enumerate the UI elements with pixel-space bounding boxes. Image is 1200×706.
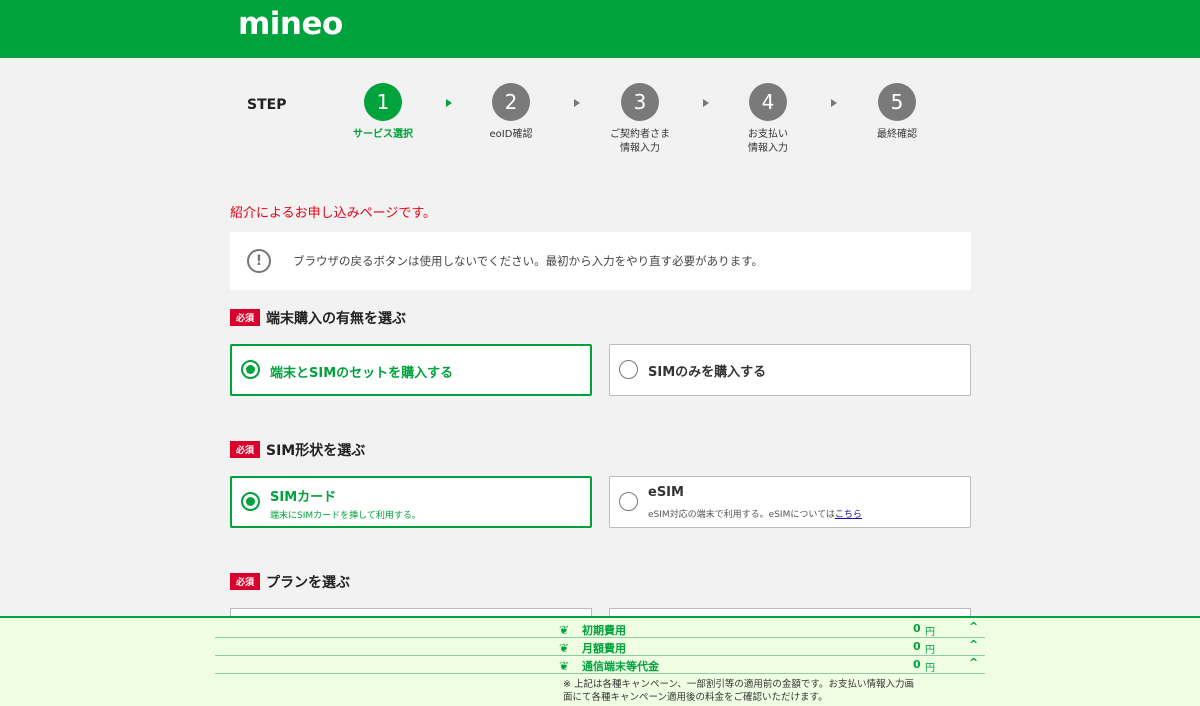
step-2: 2 eoID確認: [466, 83, 556, 142]
chevron-up-icon[interactable]: ^: [969, 656, 978, 669]
chevron-up-icon[interactable]: ^: [969, 638, 978, 651]
chevron-up-icon[interactable]: ^: [969, 620, 978, 633]
fee-value: 0: [913, 658, 921, 671]
exclamation-icon: !: [247, 249, 271, 273]
step-label: お支払い 情報入力: [748, 129, 788, 154]
fee-row-device[interactable]: ❦ 通信端末等代金 0 円 ^: [215, 656, 985, 674]
step-heading: STEP: [247, 97, 287, 113]
step-1: 1 サービス選択: [338, 83, 428, 142]
step-number: 2: [492, 83, 530, 121]
fee-unit: 円: [925, 663, 935, 674]
option-label: eSIM: [648, 485, 684, 500]
warning-box: ! ブラウザの戻るボタンは使用しないでください。最初から入力をやり直す必要があり…: [230, 232, 971, 290]
option-description: 端末にSIMカードを挿して利用する。: [270, 511, 421, 521]
section-title-text: SIM形状を選ぶ: [266, 443, 366, 459]
fee-row-monthly[interactable]: ❦ 月額費用 0 円 ^: [215, 638, 985, 656]
warning-text: ブラウザの戻るボタンは使用しないでください。最初から入力をやり直す必要があります…: [293, 254, 763, 268]
step-5: 5 最終確認: [852, 83, 942, 142]
mineo-logo[interactable]: mineo: [238, 6, 343, 42]
fee-value: 0: [913, 622, 921, 635]
required-badge: 必須: [230, 441, 261, 458]
radio-button[interactable]: [619, 492, 638, 511]
option-label: SIMカード: [270, 490, 337, 505]
option-description-text: eSIM対応の端末で利用する。eSIMについては: [648, 510, 835, 520]
section-sim-title: 必須 SIM形状を選ぶ: [230, 440, 365, 460]
leaf-icon: ❦: [559, 641, 570, 655]
fee-name: 月額費用: [582, 642, 626, 655]
radio-button[interactable]: [241, 360, 260, 379]
option-label: 端末とSIMのセットを購入する: [270, 366, 454, 381]
leaf-icon: ❦: [559, 659, 570, 673]
step-label: eoID確認: [489, 129, 533, 140]
required-badge: 必須: [230, 573, 261, 590]
referral-notice: 紹介によるお申し込みページです。: [230, 206, 437, 221]
header-bar: mineo: [0, 0, 1200, 58]
fee-summary-panel: ❦ 初期費用 0 円 ^ ❦ 月額費用 0 円 ^ ❦ 通信端末等代金 0 円 …: [0, 616, 1200, 706]
fee-value: 0: [913, 640, 921, 653]
radio-button[interactable]: [619, 360, 638, 379]
fee-footnote: ※ 上記は各種キャンペーン、一部割引等の適用前の金額です。お支払い情報入力画面に…: [563, 679, 914, 703]
option-sim-only[interactable]: SIMのみを購入する: [609, 344, 971, 396]
step-number: 1: [364, 83, 402, 121]
fee-name: 初期費用: [582, 624, 626, 637]
option-sim-card[interactable]: SIMカード 端末にSIMカードを挿して利用する。: [230, 476, 592, 528]
section-device-title: 必須 端末購入の有無を選ぶ: [230, 308, 406, 328]
step-arrow-icon: [574, 99, 580, 107]
step-label: サービス選択: [353, 129, 413, 140]
section-plan-title: 必須 プランを選ぶ: [230, 572, 350, 592]
fee-unit: 円: [925, 645, 935, 656]
option-esim[interactable]: eSIM eSIM対応の端末で利用する。eSIMについてはこちら: [609, 476, 971, 528]
esim-info-link[interactable]: こちら: [835, 510, 862, 520]
option-device-set[interactable]: 端末とSIMのセットを購入する: [230, 344, 592, 396]
fee-unit: 円: [925, 627, 935, 638]
step-number: 3: [621, 83, 659, 121]
step-number: 5: [878, 83, 916, 121]
step-4: 4 お支払い 情報入力: [723, 83, 813, 156]
step-arrow-icon: [703, 99, 709, 107]
leaf-icon: ❦: [559, 623, 570, 637]
step-3: 3 ご契約者さま 情報入力: [595, 83, 685, 156]
required-badge: 必須: [230, 309, 261, 326]
option-label: SIMのみを購入する: [648, 365, 767, 380]
section-title-text: プランを選ぶ: [266, 575, 351, 591]
step-label: 最終確認: [877, 129, 917, 140]
fee-name: 通信端末等代金: [582, 660, 659, 673]
radio-button[interactable]: [241, 492, 260, 511]
step-arrow-icon: [446, 99, 452, 107]
section-title-text: 端末購入の有無を選ぶ: [266, 311, 407, 327]
option-description: eSIM対応の端末で利用する。eSIMについてはこちら: [648, 507, 862, 520]
step-number: 4: [749, 83, 787, 121]
step-label: ご契約者さま 情報入力: [610, 129, 670, 154]
step-arrow-icon: [831, 99, 837, 107]
fee-row-initial[interactable]: ❦ 初期費用 0 円 ^: [215, 620, 985, 638]
